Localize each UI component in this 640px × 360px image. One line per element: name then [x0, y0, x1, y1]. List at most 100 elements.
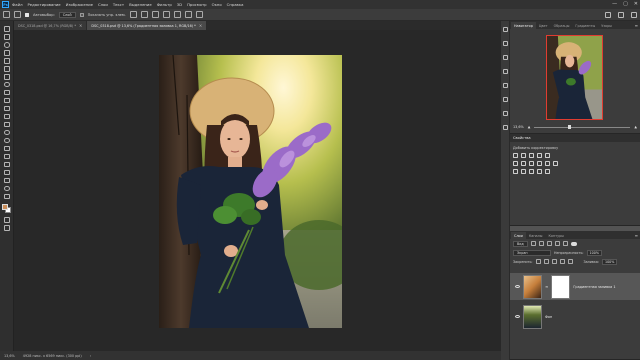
opacity-field[interactable]: 100% — [586, 249, 602, 256]
menu-layers[interactable]: Слои — [98, 2, 108, 7]
distribute-icon[interactable] — [184, 11, 192, 18]
pen-icon[interactable] — [3, 145, 10, 152]
rectangle-icon[interactable] — [3, 169, 10, 176]
tab-patterns[interactable]: Узоры — [598, 22, 615, 29]
tab-document-2[interactable]: DSC_0318.psd @ 13,6% (Градиентная заливк… — [87, 21, 208, 30]
menu-type[interactable]: Текст — [113, 2, 124, 7]
eyedropper-icon[interactable] — [3, 73, 10, 80]
panel-menu-icon[interactable]: ≡ — [635, 23, 638, 28]
autoselect-checkbox[interactable] — [25, 12, 29, 17]
menu-3d[interactable]: 3D — [177, 2, 182, 7]
layer-background[interactable]: Фон — [510, 303, 640, 330]
move-icon[interactable] — [3, 26, 10, 32]
properties-title[interactable]: Свойства — [510, 134, 640, 142]
gradient-icon[interactable] — [3, 121, 10, 128]
color-lookup-icon[interactable] — [553, 161, 558, 166]
align-top-icon[interactable] — [162, 11, 170, 18]
zoom-out-icon[interactable]: ▲ — [528, 125, 531, 129]
posterize-icon[interactable] — [521, 169, 526, 174]
filter-pixel-icon[interactable] — [530, 241, 536, 246]
move-tool-icon[interactable] — [3, 11, 10, 18]
threshold-icon[interactable] — [529, 169, 534, 174]
navigator-thumbnail[interactable] — [546, 35, 603, 120]
tab-paths[interactable]: Контуры — [545, 232, 567, 239]
align-left-icon[interactable] — [129, 11, 137, 18]
color-balance-icon[interactable] — [521, 161, 526, 166]
zoom-slider[interactable] — [534, 125, 631, 129]
zoom-icon[interactable] — [3, 185, 10, 192]
artboard-icon[interactable] — [3, 33, 10, 40]
layer-filter-dropdown[interactable]: Вид — [513, 240, 528, 247]
type-icon[interactable] — [3, 153, 10, 160]
lock-all-icon[interactable] — [567, 259, 573, 264]
lock-position-icon[interactable] — [551, 259, 557, 264]
lock-paint-icon[interactable] — [543, 259, 549, 264]
foreground-color-swatch[interactable] — [2, 203, 8, 210]
history-brush-icon[interactable] — [3, 105, 10, 112]
tab-color[interactable]: Цвет — [536, 22, 551, 29]
quick-mask-icon[interactable] — [3, 217, 10, 223]
menu-view[interactable]: Просмотр — [187, 2, 207, 7]
zoom-slider-handle[interactable] — [567, 125, 571, 129]
lasso-icon[interactable] — [3, 41, 10, 48]
align-center-icon[interactable] — [140, 11, 148, 18]
search-icon[interactable] — [605, 11, 611, 18]
visibility-eye-icon[interactable] — [515, 285, 520, 288]
layer-name[interactable]: Фон — [545, 315, 552, 319]
channel-mixer-icon[interactable] — [545, 161, 550, 166]
hue-saturation-icon[interactable] — [513, 161, 518, 166]
glyphs-icon[interactable] — [502, 83, 508, 88]
crop-icon[interactable] — [3, 57, 10, 64]
status-menu-arrow[interactable]: › — [90, 354, 91, 358]
gradient-map-icon[interactable] — [545, 169, 550, 174]
menu-select[interactable]: Выделение — [129, 2, 152, 7]
more-tools-icon[interactable] — [3, 193, 10, 200]
tab-channels[interactable]: Каналы — [526, 232, 546, 239]
black-white-icon[interactable] — [529, 161, 534, 166]
exposure-icon[interactable] — [537, 153, 542, 158]
gradient-fill-thumbnail[interactable] — [523, 274, 542, 299]
filter-toggle[interactable] — [570, 241, 577, 246]
autoselect-dropdown[interactable]: Слой — [58, 11, 76, 18]
levels-icon[interactable] — [521, 153, 526, 158]
menu-window[interactable]: Окно — [212, 2, 222, 7]
layers-menu-icon[interactable]: ≡ — [635, 233, 638, 238]
menu-filter[interactable]: Фильтр — [157, 2, 172, 7]
brush-icon[interactable] — [3, 89, 10, 96]
selective-color-icon[interactable] — [537, 169, 542, 174]
frame-icon[interactable] — [3, 65, 10, 72]
layer-name[interactable]: Градиентная заливка 1 — [573, 285, 615, 289]
tab-navigator[interactable]: Навигатор — [511, 22, 536, 29]
close-tab-icon[interactable]: × — [199, 23, 202, 28]
hand-icon[interactable] — [3, 177, 10, 184]
filter-adjustment-icon[interactable] — [538, 241, 544, 246]
paragraph-icon[interactable] — [502, 55, 508, 60]
tool-preset-icon[interactable] — [14, 11, 21, 18]
show-controls-checkbox[interactable] — [79, 12, 84, 17]
status-zoom[interactable]: 13,6% — [4, 354, 15, 358]
character-icon[interactable] — [502, 69, 508, 74]
photo-filter-icon[interactable] — [537, 161, 542, 166]
photoshop-logo-icon[interactable]: Ps — [2, 1, 9, 8]
share-icon[interactable] — [631, 11, 637, 18]
healing-brush-icon[interactable] — [3, 81, 10, 88]
layer-gradient-fill[interactable]: ∞ Градиентная заливка 1 — [510, 273, 640, 300]
blend-mode-dropdown[interactable]: Экран — [513, 249, 551, 256]
visibility-eye-icon[interactable] — [515, 315, 520, 318]
learn-icon[interactable] — [502, 125, 508, 130]
tab-document-1[interactable]: DSC_0318.psd @ 16,7% (RGB/8) * × — [14, 21, 88, 30]
history-icon[interactable] — [502, 27, 508, 32]
lock-pixels-icon[interactable] — [535, 259, 541, 264]
clone-stamp-icon[interactable] — [3, 97, 10, 104]
info-icon[interactable] — [502, 111, 508, 116]
menu-image[interactable]: Изображение — [66, 2, 93, 7]
align-right-icon[interactable] — [151, 11, 159, 18]
blur-icon[interactable] — [3, 129, 10, 136]
minimize-icon[interactable]: — — [612, 1, 617, 7]
brushes-icon[interactable] — [502, 41, 508, 46]
canvas-area[interactable] — [14, 30, 501, 351]
tab-swatches[interactable]: Образцы — [551, 22, 573, 29]
workspace-icon[interactable] — [618, 11, 624, 18]
tab-gradients[interactable]: Градиенты — [572, 22, 598, 29]
close-icon[interactable]: ✕ — [634, 1, 638, 7]
